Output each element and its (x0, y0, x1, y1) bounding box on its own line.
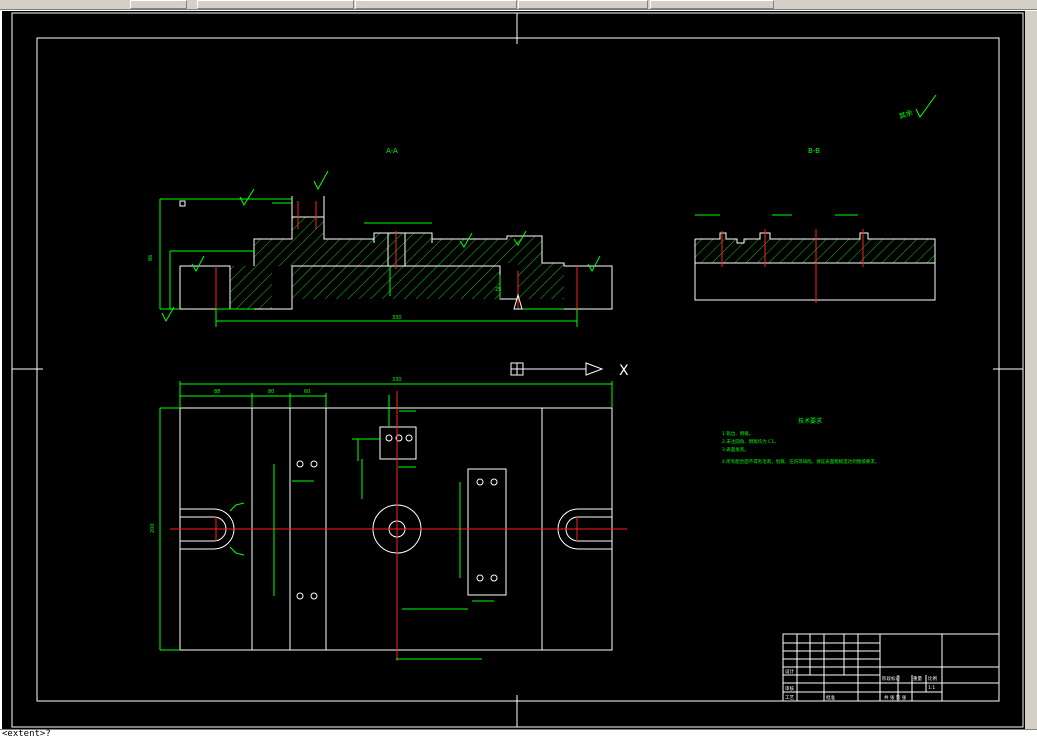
toolbar (0, 0, 1037, 10)
plan-view[interactable]: 330 200 88 80 60 (150, 377, 627, 661)
seg-3-dim: 60 (304, 389, 310, 395)
title-block (782, 633, 1000, 702)
tb-scale-label: 比例 (928, 675, 937, 682)
svg-text:其余: 其余 (898, 108, 914, 121)
front-section-outline (179, 265, 231, 310)
tech-req-line-1: 1.锐边、倒棱。 (722, 430, 753, 437)
seg-2-dim: 80 (268, 389, 274, 395)
front-section-view[interactable]: A-A 86 330 25 (148, 147, 613, 327)
tb-process-label: 工艺 (785, 695, 794, 701)
tb-approve-label: 批准 (826, 694, 835, 701)
tech-req-line-3: 3.表面发黑。 (722, 446, 749, 453)
left-height-dim: 86 (148, 255, 154, 261)
plan-width-dim: 330 (392, 377, 402, 383)
seg-1-dim: 88 (214, 389, 220, 395)
toolbar-button-1[interactable] (130, 0, 187, 9)
tb-weight-label: 重量 (913, 675, 922, 682)
section-a-label: A-A (386, 147, 398, 155)
roughness-note: 其余 (898, 94, 937, 121)
plan-height-dim: 200 (150, 523, 156, 533)
tech-req-line-2: 2.未注圆角、倒角均为 C1。 (722, 438, 779, 445)
technical-requirements: 技术要求 1.锐边、倒棱。 2.未注圆角、倒角均为 C1。 3.表面发黑。 4.… (722, 417, 879, 465)
vertical-scrollbar[interactable] (1025, 11, 1037, 729)
tb-scale-value: 1:1 (928, 685, 935, 691)
toolbar-button-5[interactable] (650, 0, 774, 9)
toolbar-button-2[interactable] (197, 0, 354, 9)
overall-width-dim: 330 (392, 315, 402, 321)
ucs-x-label: X (619, 363, 629, 379)
ucs-icon: X (510, 362, 629, 379)
command-line[interactable]: <extent>? (0, 729, 1037, 740)
drawing-canvas[interactable]: A-A 86 330 25 B-B 其余 X 330 200 88 80 60 … (2, 11, 1025, 729)
tb-sheets-label: 共 张 第 张 (884, 694, 907, 701)
tb-stage-label: 阶段标记 (882, 675, 900, 682)
base-thickness-dim: 25 (495, 287, 501, 293)
side-section-view[interactable]: B-B (694, 147, 936, 303)
section-b-label: B-B (808, 147, 820, 155)
tb-design-label: 设计 (785, 668, 794, 675)
tech-req-line-4: 4.所有配合面不得有毛刺，划痕、压伤等缺陷，保证表面粗糙度达到图纸要求。 (722, 458, 879, 465)
front-section-hatch (230, 217, 564, 309)
toolbar-button-3[interactable] (355, 0, 517, 9)
command-prompt-text: <extent>? (2, 729, 51, 739)
tech-req-title: 技术要求 (798, 417, 822, 425)
tb-check-label: 审核 (785, 685, 794, 692)
toolbar-button-4[interactable] (518, 0, 648, 9)
